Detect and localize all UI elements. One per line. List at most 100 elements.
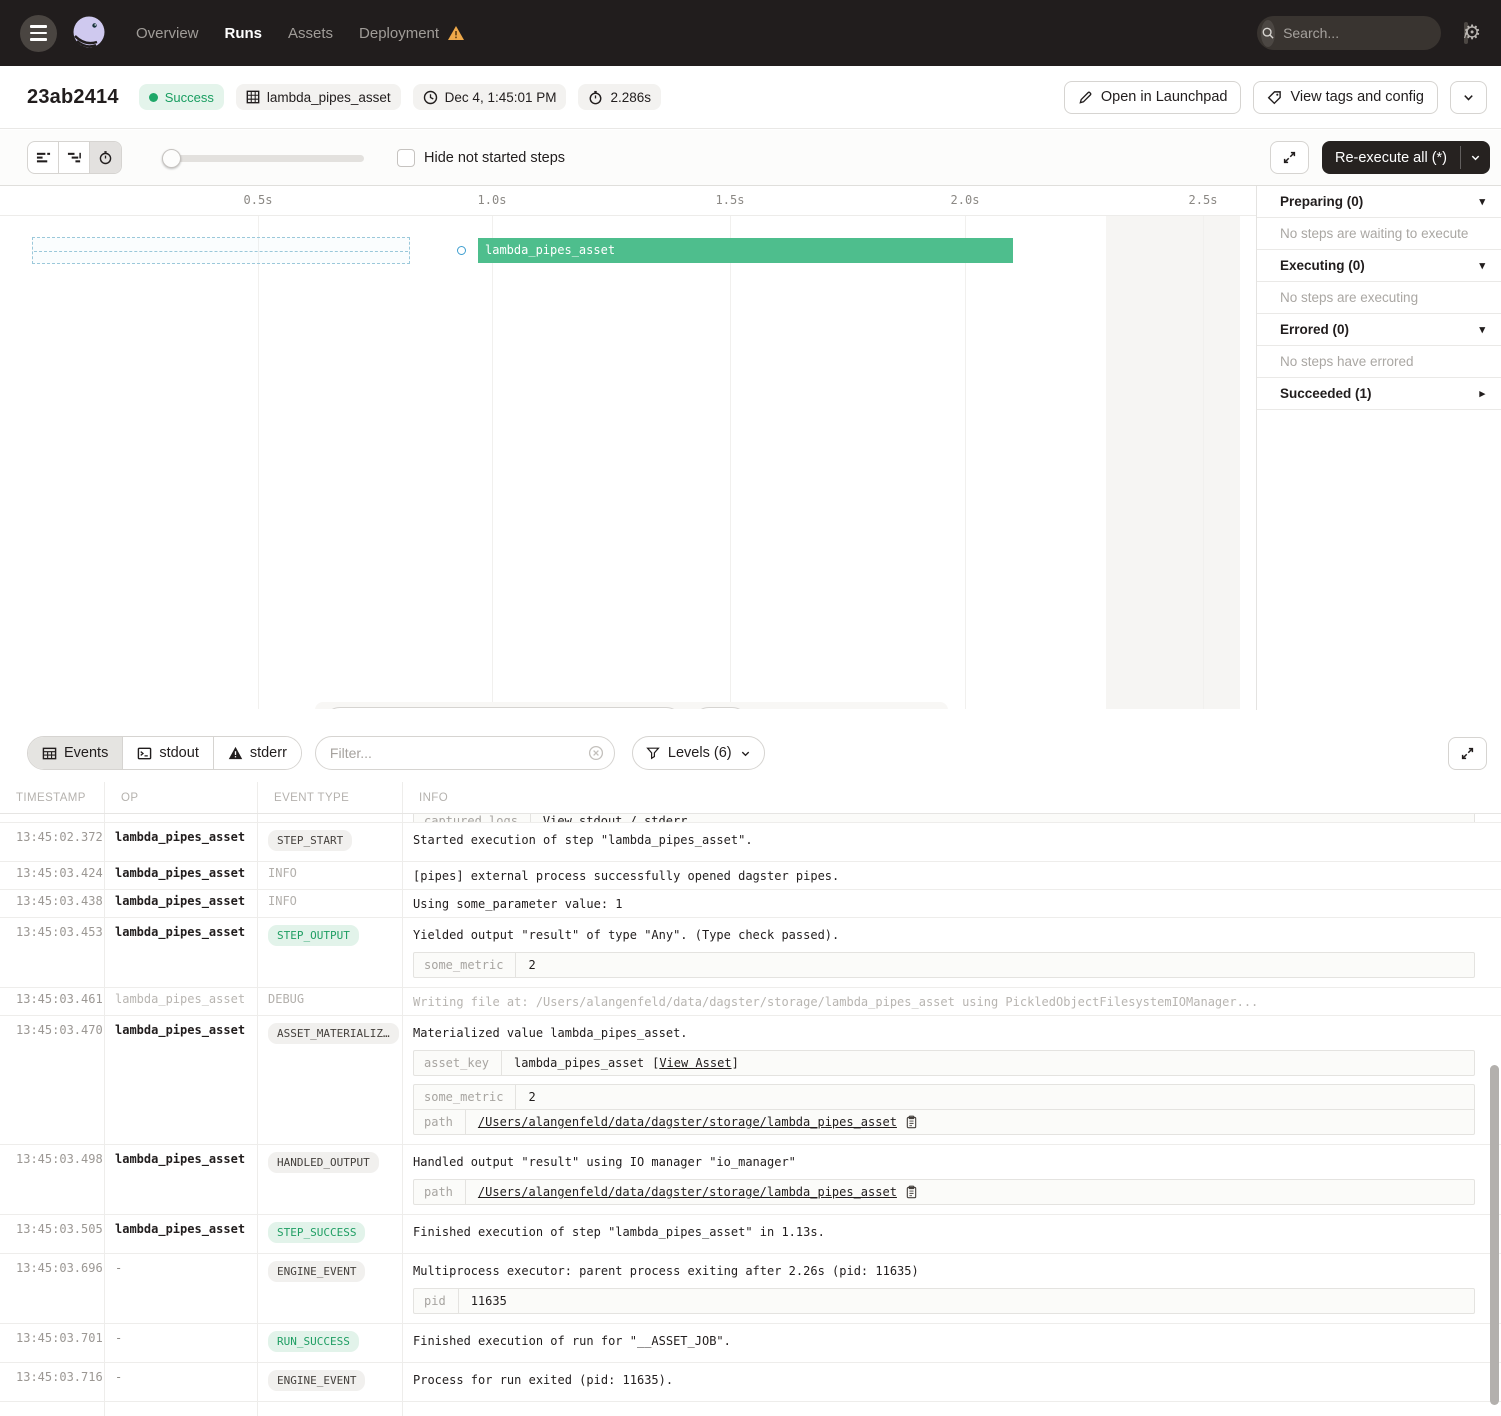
panel-section-title: Errored (0) <box>1280 322 1349 337</box>
metadata-key: some_metric <box>414 953 516 977</box>
event-type-badge: ASSET_MATERIALIZATION <box>268 1023 399 1044</box>
deployment-warning-icon[interactable] <box>447 25 465 41</box>
table-row[interactable]: 13:45:03.701-RUN_SUCCESSFinished executi… <box>0 1324 1501 1363</box>
scrollbar-thumb[interactable] <box>1490 1065 1499 1405</box>
dagster-logo[interactable] <box>70 14 108 52</box>
slider-handle[interactable] <box>162 149 181 168</box>
log-info: Started execution of step "lambda_pipes_… <box>403 823 1501 861</box>
tag-icon <box>1267 90 1282 105</box>
path-link[interactable]: /Users/alangenfeld/data/dagster/storage/… <box>478 1115 897 1129</box>
log-tabs: Events stdout stderr <box>27 736 302 770</box>
panel-section-title: Preparing (0) <box>1280 194 1363 209</box>
axis-tick: 1.0s <box>478 193 507 207</box>
table-row[interactable]: 13:45:03.424lambda_pipes_assetINFO[pipes… <box>0 862 1501 890</box>
log-message: Handled output "result" using IO manager… <box>413 1152 1491 1171</box>
nav-item-assets[interactable]: Assets <box>288 25 333 42</box>
metadata-row: pid11635 <box>414 1289 1474 1313</box>
log-timestamp: 13:45:03.716 <box>0 1363 105 1401</box>
tab-stderr[interactable]: stderr <box>214 737 301 769</box>
metadata-table: some_metric2 <box>413 952 1475 978</box>
log-timestamp: 13:45:03.498 <box>0 1145 105 1214</box>
log-message: Started execution of step "lambda_pipes_… <box>413 830 1491 849</box>
step-subset-input-wrap <box>323 707 683 709</box>
hamburger-menu-icon[interactable] <box>20 15 57 52</box>
view-mode-waterfall-icon[interactable] <box>59 142 90 173</box>
metadata-table: some_metric2path/Users/alangenfeld/data/… <box>413 1084 1475 1135</box>
panel-section-header[interactable]: Executing (0)▾ <box>1257 250 1501 282</box>
levels-filter-button[interactable]: Levels (6) <box>632 736 765 770</box>
log-op: lambda_pipes_asset <box>105 823 258 861</box>
gantt-fullscreen-button[interactable] <box>1270 141 1309 174</box>
axis-tick: 2.0s <box>951 193 980 207</box>
tab-stdout[interactable]: stdout <box>123 737 214 769</box>
table-row[interactable]: 13:45:03.498lambda_pipes_assetHANDLED_OU… <box>0 1145 1501 1215</box>
log-event-type: RUN_SUCCESS <box>258 1324 403 1362</box>
log-message: Yielded output "result" of type "Any". (… <box>413 925 1491 944</box>
search-input[interactable] <box>1283 25 1464 41</box>
column-header-timestamp: TIMESTAMP <box>0 782 105 813</box>
log-event-type: DEBUG <box>258 988 403 1015</box>
path-link[interactable]: /Users/alangenfeld/data/dagster/storage/… <box>478 1185 897 1199</box>
table-row[interactable]: 13:45:03.461lambda_pipes_assetDEBUGWriti… <box>0 988 1501 1016</box>
expand-icon <box>1460 746 1475 761</box>
copy-icon[interactable] <box>905 1185 918 1199</box>
caret-right-icon: ▸ <box>1479 387 1485 400</box>
gantt-zoom-slider[interactable] <box>164 149 364 167</box>
view-tags-config-button[interactable]: View tags and config <box>1253 81 1438 114</box>
open-in-launchpad-button[interactable]: Open in Launchpad <box>1064 81 1242 114</box>
graph-options-button[interactable] <box>692 707 749 709</box>
view-asset-link[interactable]: View Asset <box>659 1056 731 1070</box>
table-row[interactable]: 13:45:03.453lambda_pipes_assetSTEP_OUTPU… <box>0 918 1501 988</box>
panel-section-header[interactable]: Errored (0)▾ <box>1257 314 1501 346</box>
run-asset-pill[interactable]: lambda_pipes_asset <box>236 84 401 110</box>
view-asset-bracket: [View Asset] <box>652 1056 739 1070</box>
axis-tick: 1.5s <box>716 193 745 207</box>
search-box[interactable]: / <box>1257 16 1441 50</box>
metadata-value-text[interactable]: View stdout / stderr <box>543 814 688 823</box>
nav-item-runs[interactable]: Runs <box>225 25 263 42</box>
nav-item-deployment[interactable]: Deployment <box>359 25 439 42</box>
log-info: Finished execution of step "lambda_pipes… <box>403 1215 1501 1253</box>
panel-section-empty-state: No steps are waiting to execute <box>1257 218 1501 250</box>
axis-tick: 2.5s <box>1189 193 1218 207</box>
gear-icon[interactable]: ⚙ <box>1463 23 1481 43</box>
panel-section-header[interactable]: Preparing (0)▾ <box>1257 186 1501 218</box>
clear-filter-icon[interactable] <box>588 745 604 761</box>
pencil-icon <box>1078 90 1093 105</box>
slider-track <box>164 155 364 162</box>
view-mode-flat-icon[interactable] <box>28 142 59 173</box>
table-row[interactable]: 13:45:03.696-ENGINE_EVENTMultiprocess ex… <box>0 1254 1501 1324</box>
table-row[interactable]: 13:45:03.438lambda_pipes_assetINFOUsing … <box>0 890 1501 918</box>
table-row[interactable]: 13:45:03.505lambda_pipes_assetSTEP_SUCCE… <box>0 1215 1501 1254</box>
copy-icon[interactable] <box>905 1115 918 1129</box>
panel-section-header[interactable]: Succeeded (1)▸ <box>1257 378 1501 410</box>
run-duration-pill: 2.286s <box>578 84 661 110</box>
view-mode-timed-icon[interactable] <box>90 142 121 173</box>
metadata-table: asset_keylambda_pipes_asset[View Asset] <box>413 1050 1475 1076</box>
tab-events[interactable]: Events <box>28 737 123 769</box>
table-row[interactable]: 13:45:02.372lambda_pipes_assetSTEP_START… <box>0 823 1501 862</box>
log-filter-input[interactable] <box>330 745 588 761</box>
clock-icon <box>423 90 438 105</box>
asset-grid-icon <box>246 90 260 104</box>
gantt-step-bar[interactable]: lambda_pipes_asset <box>478 238 1013 263</box>
axis-tick: 0.5s <box>244 193 273 207</box>
event-type-badge: HANDLED_OUTPUT <box>268 1152 379 1173</box>
log-info: Writing file at: /Users/alangenfeld/data… <box>403 988 1501 1015</box>
reexecute-all-button[interactable]: Re-execute all (*) <box>1322 141 1490 174</box>
log-info: Process for run exited (pid: 11635). <box>403 1363 1501 1401</box>
gantt-chart: 0.5s 1.0s 1.5s 2.0s 2.5s lambda_pipes_as… <box>0 186 1256 710</box>
reexecute-dropdown-caret[interactable] <box>1461 141 1490 174</box>
nav-item-overview[interactable]: Overview <box>136 25 199 42</box>
hide-not-started-label: Hide not started steps <box>424 150 565 166</box>
table-row[interactable]: captured_logsView stdout / stderr <box>0 814 1501 823</box>
hide-not-started-checkbox[interactable] <box>397 149 415 167</box>
log-info: Multiprocess executor: parent process ex… <box>403 1254 1501 1323</box>
run-actions-chevron-button[interactable] <box>1450 81 1487 114</box>
logs-fullscreen-button[interactable] <box>1448 737 1487 770</box>
table-row[interactable]: 13:45:03.470lambda_pipes_assetASSET_MATE… <box>0 1016 1501 1145</box>
log-op: lambda_pipes_asset <box>105 1016 258 1144</box>
metadata-table: path/Users/alangenfeld/data/dagster/stor… <box>413 1179 1475 1205</box>
table-row[interactable]: 13:45:03.716-ENGINE_EVENTProcess for run… <box>0 1363 1501 1402</box>
log-timestamp: 13:45:03.505 <box>0 1215 105 1253</box>
